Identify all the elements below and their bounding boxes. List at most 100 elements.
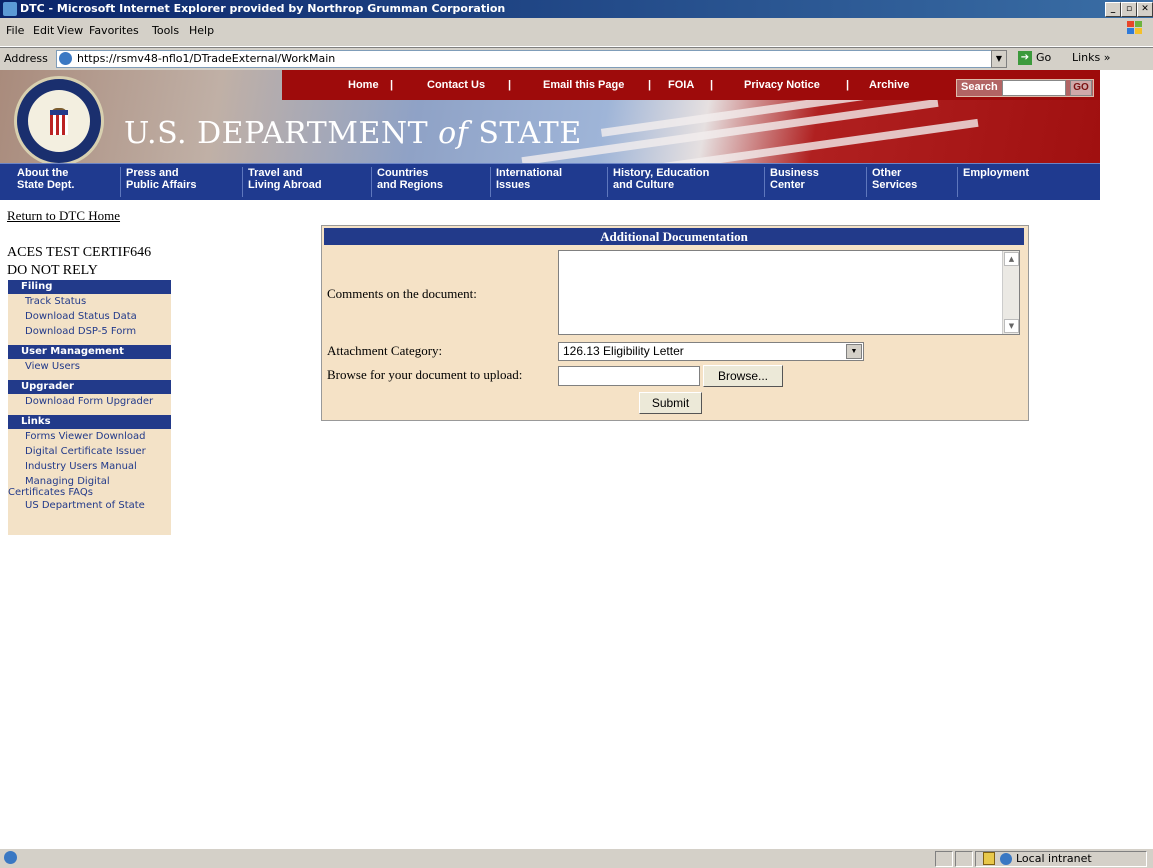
- topnav-email-page[interactable]: Email this Page: [543, 79, 624, 91]
- scroll-down-icon[interactable]: ▼: [1004, 319, 1019, 333]
- file-path-input[interactable]: [558, 366, 700, 386]
- maximize-button[interactable]: ▫: [1121, 2, 1137, 17]
- browse-button[interactable]: Browse...: [703, 365, 783, 387]
- go-button[interactable]: ➔ Go: [1018, 51, 1051, 65]
- nav-press[interactable]: Press and Public Affairs: [120, 167, 197, 197]
- brand-text-2: STATE: [468, 116, 582, 151]
- menu-tools[interactable]: Tools: [152, 24, 179, 37]
- topnav-archive[interactable]: Archive: [869, 79, 909, 91]
- sidebar-item-managing-certs[interactable]: Managing Digital Certificates FAQs: [8, 474, 171, 498]
- menu-favorites[interactable]: Favorites: [89, 24, 139, 37]
- sidebar-item-download-form-upgrader[interactable]: Download Form Upgrader: [8, 394, 171, 409]
- state-dept-seal-icon: [14, 76, 104, 163]
- sidebar-item-download-dsp5[interactable]: Download DSP-5 Form: [8, 324, 171, 339]
- managing-certs-line1: Managing Digital: [25, 476, 110, 487]
- sidebar-item-track-status[interactable]: Track Status: [8, 294, 171, 309]
- topnav-separator: |: [846, 79, 850, 91]
- site-brand: U.S. DEPARTMENT of STATE: [124, 116, 582, 151]
- address-dropdown-button[interactable]: ▼: [991, 50, 1007, 68]
- search-input[interactable]: [1002, 80, 1066, 96]
- attachment-category-select[interactable]: 126.13 Eligibility Letter ▼: [558, 342, 864, 361]
- sidebar-item-forms-viewer[interactable]: Forms Viewer Download: [8, 429, 171, 444]
- sidebar-item-download-status-data[interactable]: Download Status Data: [8, 309, 171, 324]
- sidebar-item-industry-manual[interactable]: Industry Users Manual: [8, 459, 171, 474]
- topnav-contact-us[interactable]: Contact Us: [427, 79, 485, 91]
- menu-view[interactable]: View: [57, 24, 83, 37]
- search-go-button[interactable]: GO: [1070, 80, 1092, 96]
- topnav-separator: |: [648, 79, 652, 91]
- browse-label: Browse for your document to upload:: [327, 367, 523, 382]
- sidebar-header-filing: Filing: [8, 280, 171, 294]
- status-pane: [935, 851, 953, 867]
- scroll-up-icon[interactable]: ▲: [1004, 252, 1019, 266]
- site-search: Search GO: [956, 79, 1094, 97]
- comments-textarea[interactable]: ▲ ▼: [558, 250, 1020, 335]
- sidebar-item-us-dept-state[interactable]: US Department of State: [8, 498, 171, 513]
- zone-text: Local intranet: [1000, 852, 1092, 865]
- address-url: https://rsmv48-nflo1/DTradeExternal/Work…: [77, 52, 336, 65]
- minimize-button[interactable]: _: [1105, 2, 1121, 17]
- windows-logo-icon: [1127, 21, 1142, 34]
- ie-app-icon: [3, 2, 17, 16]
- menu-edit[interactable]: Edit: [33, 24, 54, 37]
- return-dtc-home-link[interactable]: Return to DTC Home: [7, 208, 120, 224]
- intranet-globe-icon: [1000, 853, 1012, 865]
- managing-certs-line2: Certificates FAQs: [8, 487, 93, 498]
- topnav-foia[interactable]: FOIA: [668, 79, 694, 91]
- sidebar-item-digital-cert-issuer[interactable]: Digital Certificate Issuer: [8, 444, 171, 459]
- window-title: DTC - Microsoft Internet Explorer provid…: [20, 2, 506, 15]
- user-cert-warning: DO NOT RELY: [7, 263, 98, 278]
- state-dept-banner: U.S. DEPARTMENT of STATE Home | Contact …: [0, 70, 1100, 163]
- menu-file[interactable]: File: [6, 24, 24, 37]
- nav-international[interactable]: International Issues: [490, 167, 562, 197]
- window-titlebar: DTC - Microsoft Internet Explorer provid…: [0, 0, 1153, 18]
- links-label: Links: [1072, 51, 1101, 64]
- user-cert-name: ACES TEST CERTIF646: [7, 245, 152, 260]
- sidebar-header-user-management: User Management: [8, 345, 171, 359]
- brand-text-1: U.S. DEPARTMENT: [124, 116, 439, 151]
- zone-label: Local intranet: [1016, 852, 1092, 865]
- topnav-separator: |: [508, 79, 512, 91]
- topnav-home[interactable]: Home: [348, 79, 379, 91]
- address-input[interactable]: https://rsmv48-nflo1/DTradeExternal/Work…: [56, 50, 992, 68]
- address-bar: Address https://rsmv48-nflo1/DTradeExter…: [0, 47, 1153, 70]
- links-toolbar[interactable]: Links »: [1072, 51, 1111, 64]
- brand-text-of: of: [438, 116, 469, 151]
- nav-other-services[interactable]: Other Services: [866, 167, 917, 197]
- main-nav: About the State Dept. Press and Public A…: [0, 163, 1100, 200]
- search-label: Search: [961, 81, 998, 93]
- left-sidebar: Filing Track Status Download Status Data…: [8, 280, 171, 535]
- attachment-category-label: Attachment Category:: [327, 343, 443, 358]
- sidebar-header-links: Links: [8, 415, 171, 429]
- attachment-category-value: 126.13 Eligibility Letter: [563, 344, 684, 358]
- sidebar-header-upgrader: Upgrader: [8, 380, 171, 394]
- menu-help[interactable]: Help: [189, 24, 214, 37]
- chevron-down-icon[interactable]: ▼: [846, 344, 862, 359]
- page-viewport: U.S. DEPARTMENT of STATE Home | Contact …: [0, 70, 1153, 848]
- nav-employment[interactable]: Employment: [957, 167, 1029, 197]
- comments-scrollbar[interactable]: ▲ ▼: [1002, 251, 1019, 334]
- additional-documentation-form: Additional Documentation Comments on the…: [321, 225, 1029, 421]
- nav-business[interactable]: Business Center: [764, 167, 819, 197]
- topnav-privacy-notice[interactable]: Privacy Notice: [744, 79, 820, 91]
- nav-countries[interactable]: Countries and Regions: [371, 167, 443, 197]
- close-button[interactable]: ✕: [1137, 2, 1153, 17]
- shield-icon: [50, 110, 68, 135]
- comments-label: Comments on the document:: [327, 286, 477, 301]
- go-arrow-icon: ➔: [1018, 51, 1032, 65]
- nav-about[interactable]: About the State Dept.: [12, 167, 74, 197]
- submit-button[interactable]: Submit: [639, 392, 702, 414]
- status-bar: Local intranet: [0, 848, 1153, 868]
- ie-status-icon: [4, 851, 17, 864]
- nav-history[interactable]: History, Education and Culture: [607, 167, 709, 197]
- top-nav: Home | Contact Us | Email this Page | FO…: [282, 70, 1100, 100]
- sidebar-item-view-users[interactable]: View Users: [8, 359, 171, 374]
- form-title: Additional Documentation: [324, 228, 1024, 245]
- seal-inner: [28, 90, 90, 152]
- ie-page-icon: [59, 52, 72, 65]
- nav-travel[interactable]: Travel and Living Abroad: [242, 167, 322, 197]
- user-identity: ACES TEST CERTIF646 DO NOT RELY: [7, 244, 151, 280]
- topnav-separator: |: [390, 79, 394, 91]
- go-label: Go: [1036, 51, 1052, 64]
- topnav-separator: |: [710, 79, 714, 91]
